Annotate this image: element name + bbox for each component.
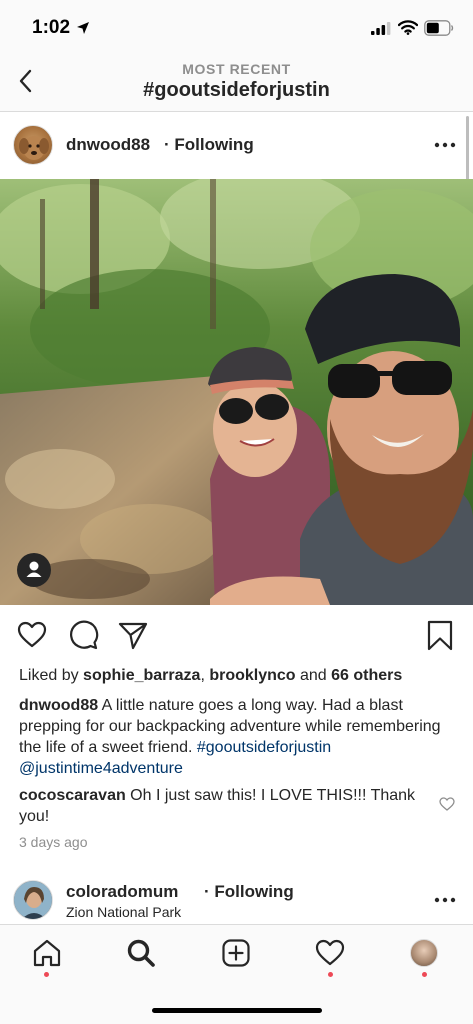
- notification-dot: [44, 972, 49, 977]
- hashtag-title: #gooutsideforjustin: [143, 79, 330, 101]
- likes-separator: ,: [200, 667, 210, 684]
- battery-icon: [424, 20, 454, 36]
- tag-people-button[interactable]: [17, 553, 51, 587]
- post-username[interactable]: dnwood88: [66, 135, 150, 155]
- hashtag-header: MOST RECENT #gooutsideforjustin: [0, 56, 473, 112]
- scrollbar[interactable]: [466, 116, 469, 180]
- status-time: 1:02: [32, 17, 71, 38]
- post-caption: dnwood88 A little nature goes a long way…: [19, 695, 459, 779]
- caption-hashtag[interactable]: #gooutsideforjustin: [197, 739, 331, 756]
- following-status[interactable]: · Following: [164, 135, 254, 155]
- comment-bubble-icon[interactable]: [67, 619, 99, 651]
- avatar[interactable]: [13, 125, 53, 165]
- selfie-nature-photo: [0, 179, 473, 605]
- post-header: dnwood88 · Following: [0, 113, 473, 179]
- paper-plane-icon[interactable]: [117, 619, 149, 651]
- sort-label: MOST RECENT: [182, 61, 291, 77]
- likes-conjunction: and: [295, 667, 332, 684]
- user-avatar-image: [14, 881, 52, 919]
- notification-dot: [328, 972, 333, 977]
- profile-avatar[interactable]: [410, 939, 438, 967]
- cellular-signal-icon: [371, 22, 391, 35]
- liker-name[interactable]: brooklynco: [209, 667, 295, 684]
- caption-mention[interactable]: @justintime4adventure: [19, 760, 183, 777]
- likes-summary[interactable]: Liked by sophie_barraza, brooklynco and …: [19, 667, 402, 685]
- caption-username[interactable]: dnwood88: [19, 697, 98, 714]
- bottom-tab-bar: [0, 924, 473, 1024]
- add-post-icon[interactable]: [220, 937, 252, 969]
- home-icon[interactable]: [31, 937, 63, 969]
- post-photo[interactable]: [0, 179, 473, 605]
- dog-avatar-image: [19, 136, 49, 160]
- activity-heart-icon[interactable]: [314, 937, 346, 969]
- search-icon[interactable]: [125, 937, 157, 969]
- home-indicator[interactable]: [152, 1008, 322, 1013]
- bookmark-icon[interactable]: [424, 619, 456, 651]
- likes-count[interactable]: 66 others: [331, 667, 402, 684]
- likes-prefix: Liked by: [19, 667, 84, 684]
- post-location[interactable]: Zion National Park: [66, 904, 181, 920]
- location-arrow-icon: [77, 22, 89, 34]
- status-bar: 1:02: [0, 0, 473, 56]
- wifi-icon: [398, 20, 418, 35]
- person-tag-icon: [26, 561, 42, 577]
- heart-outline-icon[interactable]: [439, 797, 455, 811]
- post-username[interactable]: coloradomum: [66, 882, 178, 902]
- following-status[interactable]: · Following: [204, 882, 294, 902]
- post-timestamp: 3 days ago: [19, 834, 88, 850]
- more-horizontal-icon[interactable]: [433, 135, 457, 155]
- heart-outline-icon[interactable]: [16, 619, 48, 651]
- notification-dot: [422, 972, 427, 977]
- comment: cocoscaravan Oh I just saw this! I LOVE …: [19, 785, 429, 827]
- avatar[interactable]: [13, 880, 53, 920]
- post-actions: [0, 605, 473, 665]
- more-horizontal-icon[interactable]: [433, 890, 457, 910]
- liker-name[interactable]: sophie_barraza: [83, 667, 200, 684]
- comment-username[interactable]: cocoscaravan: [19, 787, 126, 804]
